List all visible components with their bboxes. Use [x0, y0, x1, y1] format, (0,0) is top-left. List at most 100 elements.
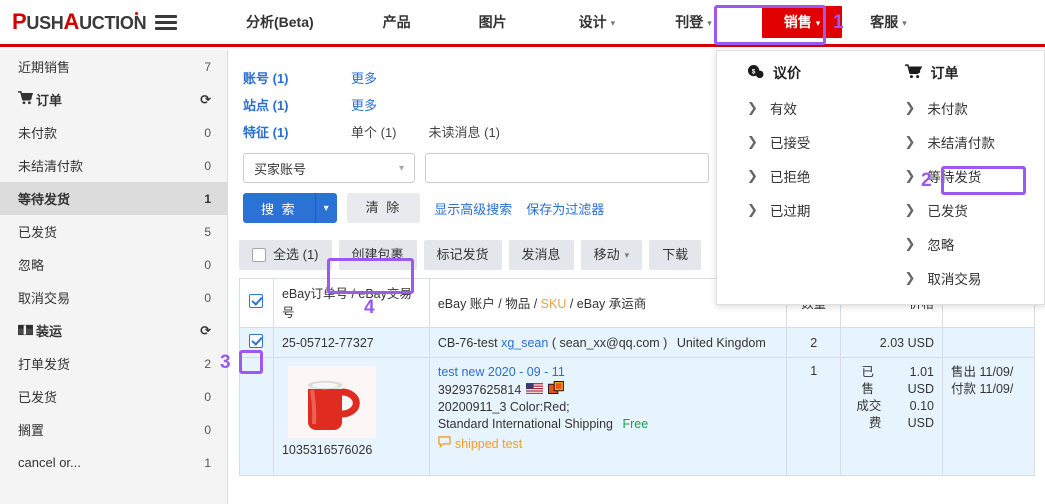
select-all-button[interactable]: 全选 (1): [239, 240, 332, 270]
chevron-down-icon: ▾: [902, 17, 907, 28]
sidebar-item-unsettled[interactable]: 未结清付款 0: [0, 149, 227, 182]
header-item-sku: SKU: [540, 296, 567, 311]
dropdown-item-accepted[interactable]: ❯ 已接受: [735, 125, 881, 159]
table-row-item[interactable]: 1035316576026 test new 2020 - 09 - 11 39…: [239, 357, 1035, 476]
top-navigation-bar: PUSHAUCTION 分析(Beta) 产品 图片 设计 ▾ 刊登 ▾ 销售 …: [0, 0, 1045, 47]
dropdown-negotiation-header: $ 议价: [735, 63, 881, 83]
price-line-sold: 已售 1.01 USD: [849, 364, 934, 398]
dropdown-item-ignored[interactable]: ❯ 忽略: [893, 227, 1045, 261]
filter-feature-unread[interactable]: 未读消息 (1): [429, 122, 501, 141]
buyer-account: CB-76-test: [437, 335, 498, 350]
nav-item-listing[interactable]: 刊登 ▾: [675, 12, 712, 32]
dropdown-item-label: 已拒绝: [769, 170, 811, 185]
logo-area[interactable]: PUSHAUCTION: [0, 0, 228, 44]
sidebar-item-unpaid[interactable]: 未付款 0: [0, 116, 227, 149]
item-note[interactable]: shipped test: [438, 436, 778, 453]
send-message-button[interactable]: 发消息: [508, 240, 574, 270]
sidebar-group-shipping[interactable]: 装运 ⟳: [0, 314, 227, 347]
item-note-text: shipped test: [454, 437, 523, 451]
search-button-group[interactable]: 搜 索 ▾: [243, 193, 337, 223]
item-number: 392937625814: [437, 382, 522, 397]
multi-variation-icon[interactable]: [548, 381, 565, 399]
app-root: PUSHAUCTION 分析(Beta) 产品 图片 设计 ▾ 刊登 ▾ 销售 …: [0, 0, 1045, 504]
dropdown-item-unpaid[interactable]: ❯ 未付款: [893, 91, 1045, 125]
sidebar-item-awaiting-shipment[interactable]: 等待发货 1: [0, 182, 227, 215]
chevron-right-icon: ❯: [904, 202, 916, 217]
dropdown-item-active[interactable]: ❯ 有效: [735, 91, 881, 125]
nav-item-products[interactable]: 产品: [383, 12, 411, 32]
sidebar-item-on-hold[interactable]: 搁置 0: [0, 413, 227, 446]
hamburger-icon[interactable]: [155, 12, 178, 33]
save-filter-link[interactable]: 保存为过滤器: [526, 199, 604, 218]
nav-item-images[interactable]: 图片: [479, 12, 507, 32]
sidebar-item-shipped[interactable]: 已发货 5: [0, 215, 227, 248]
sidebar-group-orders[interactable]: 订单 ⟳: [0, 83, 227, 116]
nav-label: 图片: [478, 14, 507, 30]
chevron-right-icon: ❯: [747, 100, 758, 115]
search-input[interactable]: [425, 153, 709, 183]
select-all-checkbox[interactable]: [252, 248, 266, 262]
cell-item-quantity: 1: [786, 357, 842, 476]
nav-item-customer-service[interactable]: 客服 ▾: [870, 12, 907, 32]
table-row-order[interactable]: 25-05712-77327 CB-76-test xg_sean ( sean…: [239, 327, 1035, 358]
buyer-country: United Kingdom: [676, 335, 766, 350]
select-all-label: 全选 (1): [273, 247, 319, 262]
dropdown-item-cancelled[interactable]: ❯ 取消交易: [893, 261, 1045, 295]
price-label-sold: 已售: [861, 365, 875, 396]
move-label: 移动: [593, 247, 620, 262]
advanced-search-link[interactable]: 显示高级搜索: [434, 199, 512, 218]
price-label-fee: 成交费: [856, 399, 882, 430]
nav-label: 设计: [578, 14, 607, 30]
sidebar-item-cancelled[interactable]: 取消交易 0: [0, 281, 227, 314]
refresh-icon[interactable]: ⟳: [200, 323, 211, 339]
nav-item-sales[interactable]: 销售 ▾: [761, 6, 843, 38]
transaction-id[interactable]: 1035316576026: [282, 443, 372, 457]
nav-label: 刊登: [675, 14, 704, 30]
dropdown-item-unsettled[interactable]: ❯ 未结清付款: [893, 125, 1045, 159]
download-button[interactable]: 下载: [649, 240, 702, 270]
create-package-button[interactable]: 创建包裹: [338, 240, 417, 270]
red-mug-photo[interactable]: [287, 366, 376, 438]
row-checkbox-cell[interactable]: [239, 327, 274, 358]
filter-more-account[interactable]: 更多: [351, 68, 377, 87]
sidebar-item-recent-sales[interactable]: 近期销售 7: [0, 50, 227, 83]
nav-item-analytics[interactable]: 分析(Beta): [246, 12, 314, 32]
date-line-paid: 付款 11/09/: [951, 381, 1026, 398]
sidebar-item-print-ship[interactable]: 打单发货 2: [0, 347, 227, 380]
filter-label-feature: 特征 (1): [243, 125, 289, 140]
row-select-checkbox[interactable]: [249, 334, 264, 348]
shipping-service: Standard International Shipping: [437, 417, 613, 431]
date-label-paid: 付款: [951, 382, 977, 396]
refresh-icon[interactable]: ⟳: [200, 92, 211, 108]
search-options-dropdown[interactable]: ▾: [314, 193, 337, 223]
dropdown-item-expired[interactable]: ❯ 已过期: [735, 193, 881, 227]
dropdown-item-awaiting-shipment[interactable]: ❯ 等待发货: [893, 159, 1045, 193]
cell-order-price: 2.03 USD: [840, 327, 943, 358]
sidebar-item-shipping-shipped[interactable]: 已发货 0: [0, 380, 227, 413]
filter-more-site[interactable]: 更多: [351, 95, 377, 114]
filter-feature-single[interactable]: 单个 (1): [351, 122, 397, 141]
cell-order-number[interactable]: 25-05712-77327: [272, 327, 430, 358]
dropdown-item-declined[interactable]: ❯ 已拒绝: [735, 159, 881, 193]
shipping-cost: Free: [622, 417, 649, 431]
header-checkbox-cell[interactable]: [239, 278, 274, 328]
dropdown-item-shipped[interactable]: ❯ 已发货: [893, 193, 1045, 227]
buyer-id-link[interactable]: xg_sean: [501, 336, 548, 350]
sidebar-item-ignored[interactable]: 忽略 0: [0, 248, 227, 281]
dropdown-item-label: 已接受: [769, 136, 811, 151]
sidebar-item-label: 装运: [36, 324, 63, 339]
mark-shipped-label: 标记发货: [436, 247, 489, 262]
sidebar-item-cancel-order[interactable]: cancel or... 1: [0, 446, 227, 479]
select-all-rows-checkbox[interactable]: [249, 293, 264, 308]
search-field-select[interactable]: 买家账号 ▾: [243, 153, 415, 183]
move-button[interactable]: 移动 ▾: [580, 240, 643, 270]
dropdown-column-orders: 订单 ❯ 未付款 ❯ 未结清付款 ❯ 等待发货 ❯ 已发货 ❯ 忽略 ❯ 取消交…: [881, 63, 1045, 304]
search-button[interactable]: 搜 索: [243, 199, 315, 218]
sidebar-item-count: 1: [204, 191, 211, 206]
clear-button[interactable]: 清 除: [346, 193, 421, 223]
mark-shipped-button[interactable]: 标记发货: [423, 240, 502, 270]
nav-item-design[interactable]: 设计 ▾: [579, 12, 616, 32]
item-title-link[interactable]: test new 2020 - 09 - 11: [438, 364, 778, 381]
chevron-right-icon: ❯: [747, 202, 758, 217]
chevron-right-icon: ❯: [904, 134, 916, 149]
